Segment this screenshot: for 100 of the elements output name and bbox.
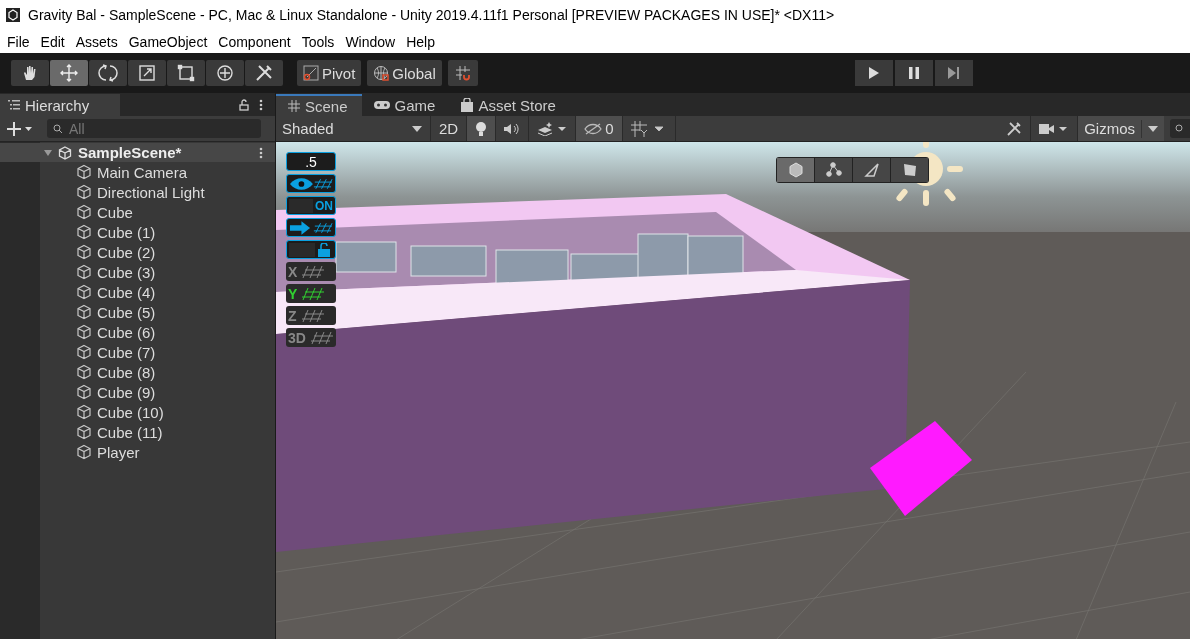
menu-item[interactable]: Tools	[301, 33, 335, 50]
search-icon	[1175, 123, 1185, 134]
view-mode-button[interactable]	[777, 158, 814, 182]
window-title: Gravity Bal - SampleScene - PC, Mac & Linux Standalone - Unity 2019.4.11f1 Personal [PREVIEW PACKAGES IN USE]* <DX11>	[28, 7, 835, 23]
play-button[interactable]	[854, 60, 893, 86]
cube-icon	[76, 324, 92, 340]
cube-icon	[76, 204, 92, 220]
caret-icon	[412, 125, 422, 132]
light-bulb-icon	[475, 120, 488, 137]
tool-button[interactable]	[89, 60, 127, 86]
cube-icon	[76, 184, 92, 200]
gizmos-dropdown[interactable]: Gizmos	[1078, 116, 1164, 141]
tool-button[interactable]	[128, 60, 166, 86]
tool-button[interactable]	[206, 60, 244, 86]
grid-icon	[299, 286, 326, 301]
tools-icon	[254, 63, 274, 83]
bag-icon	[461, 98, 474, 112]
transform-icon	[215, 63, 235, 83]
pivot-icon	[303, 65, 319, 81]
hierarchy-tab[interactable]: Hierarchy	[0, 94, 120, 116]
hierarchy-item[interactable]: Cube (2)	[0, 242, 275, 262]
tool-button[interactable]	[50, 60, 88, 86]
cube-icon	[76, 404, 92, 420]
cube-icon	[787, 162, 804, 178]
hierarchy-item[interactable]: Cube (9)	[0, 382, 275, 402]
scene-name: SampleScene*	[78, 144, 182, 161]
cube-icon	[76, 384, 92, 400]
pivot-button[interactable]: Pivot	[297, 60, 362, 86]
cube-icon	[76, 284, 92, 300]
visibility-toggle[interactable]	[286, 174, 336, 193]
panel-tab[interactable]: Asset Store	[449, 94, 570, 116]
menu-item[interactable]: File	[7, 33, 30, 50]
on-toggle[interactable]: ON	[286, 196, 336, 215]
menu-item[interactable]: Component	[218, 33, 291, 50]
expand-caret-icon	[44, 148, 52, 157]
hash-icon	[288, 100, 300, 112]
hierarchy-item[interactable]: Cube (8)	[0, 362, 275, 382]
axis-toggle[interactable]: X	[286, 262, 336, 281]
menu-item[interactable]: Assets	[75, 33, 118, 50]
hierarchy-item[interactable]: Cube (3)	[0, 262, 275, 282]
axis-toggle[interactable]: Y	[286, 284, 336, 303]
lock-toggle[interactable]	[286, 240, 336, 259]
cube-icon	[76, 364, 92, 380]
panel-tab[interactable]: Game	[361, 94, 450, 116]
gamepad-icon	[373, 100, 390, 110]
more-options-icon[interactable]	[259, 98, 263, 111]
view-mode-button[interactable]	[815, 158, 852, 182]
cube-icon	[76, 244, 92, 260]
cube-icon	[76, 224, 92, 240]
add-button[interactable]	[7, 121, 33, 136]
menu-item[interactable]: Edit	[40, 33, 65, 50]
search-field[interactable]: All	[47, 119, 261, 138]
direction-toggle[interactable]	[286, 218, 336, 237]
eye-slash-icon	[584, 122, 603, 135]
tool-button[interactable]	[167, 60, 205, 86]
face-icon	[901, 162, 918, 178]
hierarchy-item[interactable]: Player	[0, 442, 275, 462]
view-mode-button[interactable]	[891, 158, 928, 182]
panel-tab[interactable]: Scene	[276, 94, 362, 116]
scene-visibility-toggle[interactable]: 0	[576, 116, 623, 141]
tool-button[interactable]	[11, 60, 49, 86]
menu-item[interactable]: Window	[345, 33, 396, 50]
cube-icon	[76, 304, 92, 320]
move-icon	[59, 63, 79, 83]
unity-logo-icon	[6, 8, 20, 22]
step-button[interactable]	[934, 60, 973, 86]
video-camera-icon	[1039, 122, 1070, 135]
hierarchy-item[interactable]: Cube (10)	[0, 402, 275, 422]
grid-icon	[299, 264, 326, 279]
grid-snap-button[interactable]	[447, 60, 478, 86]
snap-value-field[interactable]: .5	[286, 152, 336, 171]
cube-icon	[76, 424, 92, 440]
lock-icon[interactable]	[239, 98, 249, 111]
pause-button[interactable]	[894, 60, 933, 86]
hierarchy-item[interactable]: Cube (6)	[0, 322, 275, 342]
rect-tool-icon	[177, 64, 195, 82]
hierarchy-item[interactable]: Cube (7)	[0, 342, 275, 362]
more-options-icon[interactable]	[259, 146, 263, 159]
menu-item[interactable]: GameObject	[128, 33, 208, 50]
menu-item[interactable]: Help	[406, 33, 435, 50]
cube-icon	[76, 164, 92, 180]
cube-icon	[76, 444, 92, 460]
axis-toggle[interactable]: Z	[286, 306, 336, 325]
tool-button[interactable]	[245, 60, 283, 86]
globe-icon	[373, 65, 390, 81]
hierarchy-item[interactable]: Main Camera	[0, 162, 275, 182]
scene-search-field[interactable]	[1170, 119, 1190, 138]
hierarchy-item[interactable]: Cube (11)	[0, 422, 275, 442]
hierarchy-item[interactable]: Cube (5)	[0, 302, 275, 322]
hierarchy-item[interactable]: Cube (1)	[0, 222, 275, 242]
global-button[interactable]: Global	[367, 60, 442, 86]
hierarchy-item[interactable]: Cube (4)	[0, 282, 275, 302]
lighting-toggle[interactable]	[467, 116, 497, 141]
hierarchy-item[interactable]: Cube	[0, 202, 275, 222]
axis-toggle[interactable]: 3D	[286, 328, 336, 347]
scene-row[interactable]: SampleScene*	[0, 143, 275, 162]
view-mode-button[interactable]	[853, 158, 890, 182]
hierarchy-item[interactable]: Directional Light	[0, 182, 275, 202]
plus-caret-icon	[7, 121, 33, 136]
pause-icon	[907, 67, 920, 79]
